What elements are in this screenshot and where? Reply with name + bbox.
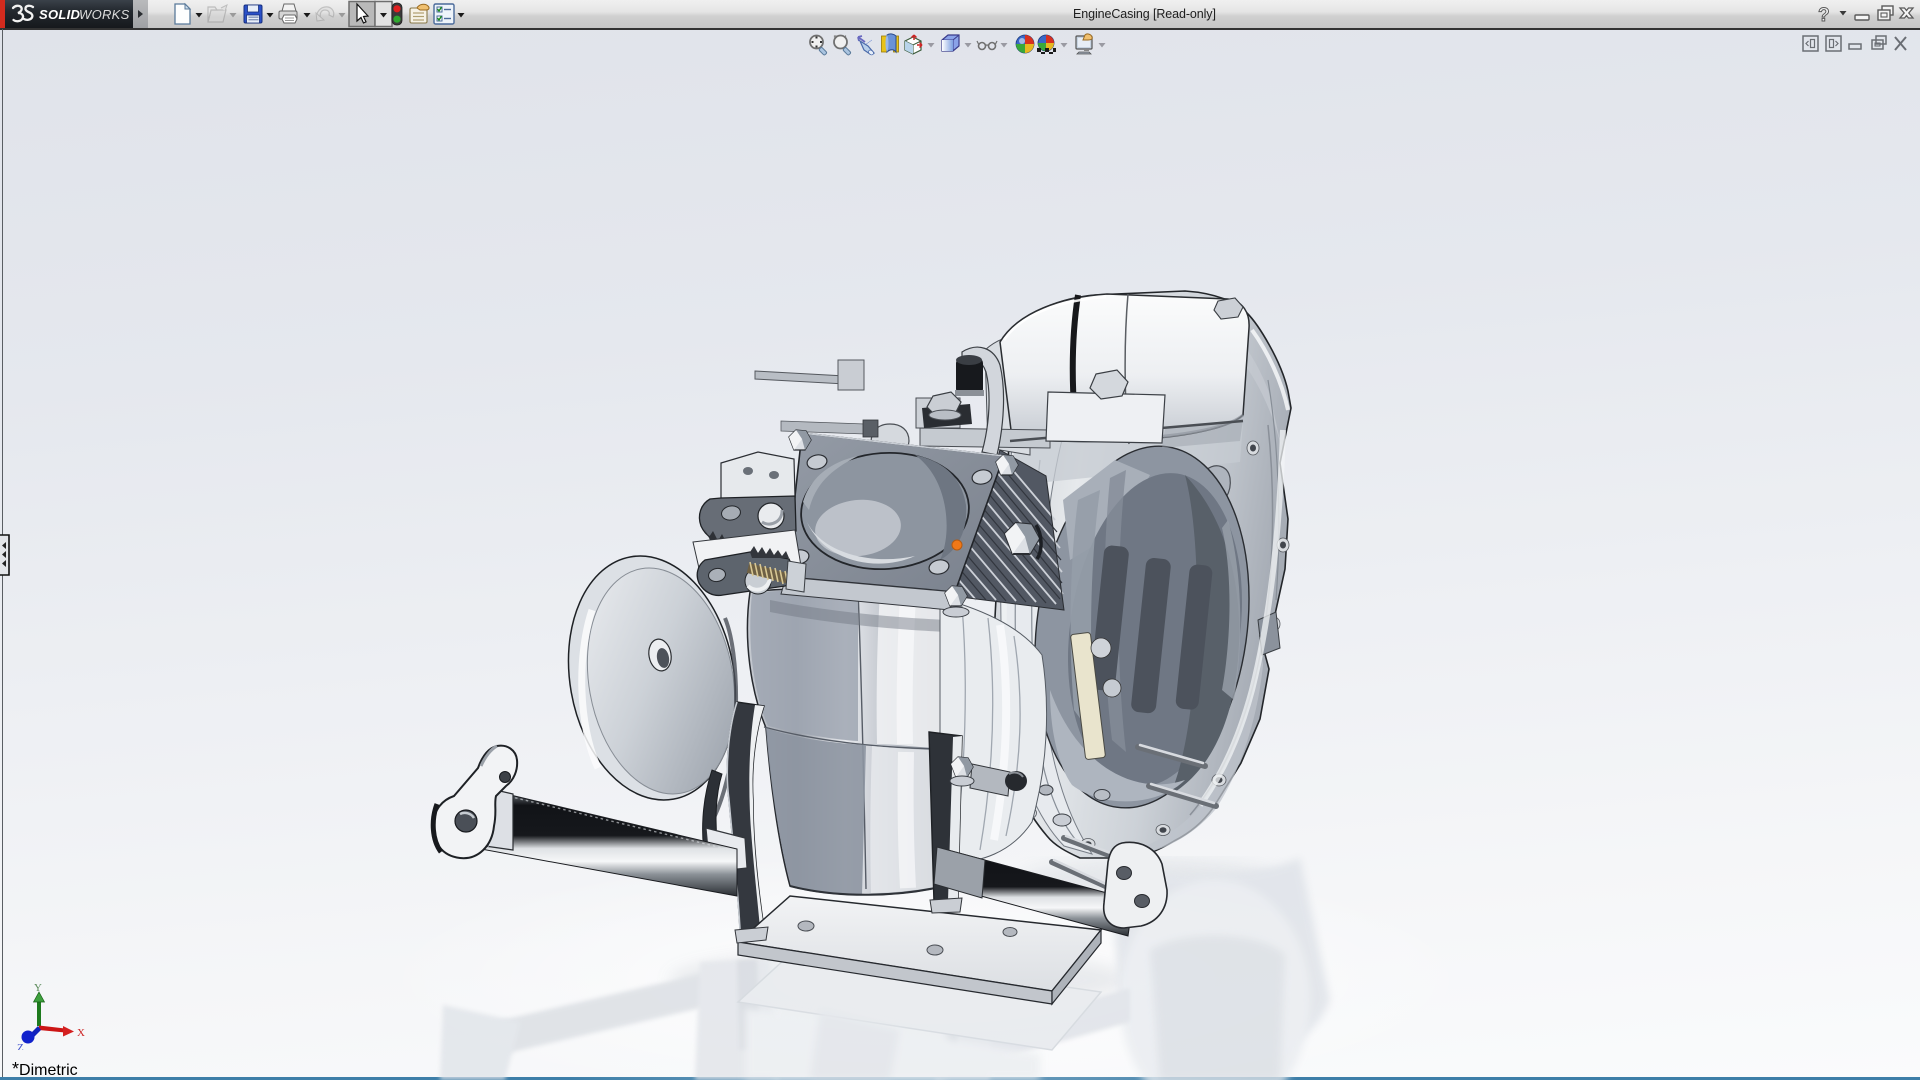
svg-text:WORKS: WORKS	[79, 7, 130, 22]
svg-text:SOLID: SOLID	[39, 7, 81, 22]
svg-text:?: ?	[1818, 5, 1830, 26]
